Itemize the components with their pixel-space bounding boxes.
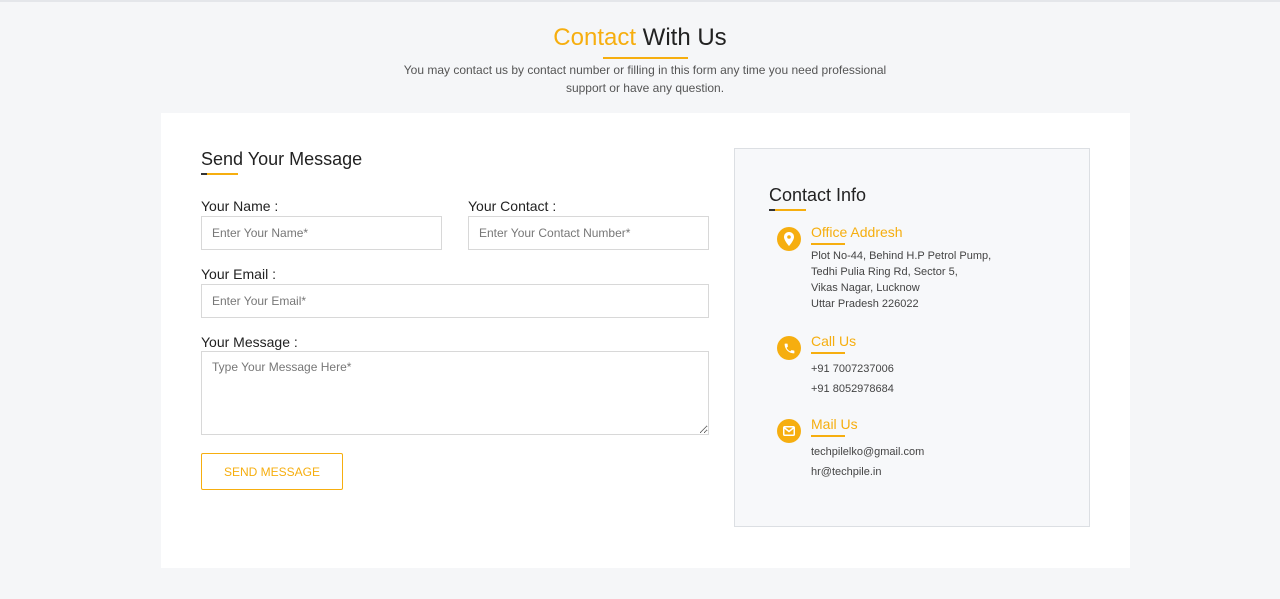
contact-input[interactable]	[468, 216, 709, 250]
email-address[interactable]: hr@techpile.in	[811, 462, 924, 482]
form-title-underline	[201, 173, 238, 175]
email-input[interactable]	[201, 284, 709, 318]
call-us-text: +91 7007237006 +91 8052978684	[811, 359, 894, 399]
office-address-heading: Office Addresh	[811, 224, 903, 240]
mail-us-heading: Mail Us	[811, 416, 858, 432]
location-pin-icon	[777, 227, 801, 251]
phone-number[interactable]: +91 8052978684	[811, 379, 894, 399]
mail-us-underline	[811, 435, 845, 437]
call-us-underline	[811, 352, 845, 354]
page-title: Contact With Us	[0, 24, 1280, 52]
name-label: Your Name :	[201, 198, 279, 214]
page-subtitle: You may contact us by contact number or …	[403, 63, 887, 95]
page-title-underline	[603, 57, 688, 59]
office-address-underline	[811, 243, 845, 245]
call-us-heading: Call Us	[811, 333, 857, 349]
envelope-icon	[777, 419, 801, 443]
page-title-rest: With Us	[636, 24, 727, 51]
top-divider	[0, 0, 1280, 2]
contact-info-underline	[769, 209, 806, 211]
contact-info-title: Contact Info	[769, 185, 867, 205]
contact-info-panel: Contact Info Office Addresh Plot No-44, …	[734, 148, 1090, 527]
email-address[interactable]: techpilelko@gmail.com	[811, 442, 924, 462]
contact-label: Your Contact :	[468, 198, 557, 214]
name-input[interactable]	[201, 216, 442, 250]
email-label: Your Email :	[201, 266, 276, 282]
phone-icon	[777, 336, 801, 360]
page-title-accent: Contact	[553, 24, 637, 51]
office-address-line: Uttar Pradesh 226022	[811, 298, 919, 310]
office-address-line: Plot No-44, Behind H.P Petrol Pump,	[811, 250, 992, 262]
mail-us-text: techpilelko@gmail.com hr@techpile.in	[811, 442, 924, 482]
office-address-line: Vikas Nagar, Lucknow	[811, 282, 920, 294]
contact-card: Send Your Message Your Name : Your Conta…	[161, 113, 1130, 568]
message-label: Your Message :	[201, 334, 298, 350]
send-message-button[interactable]: SEND MESSAGE	[201, 453, 343, 490]
office-address-text: Plot No-44, Behind H.P Petrol Pump, Tedh…	[811, 248, 991, 312]
message-textarea[interactable]	[201, 351, 709, 435]
office-address-line: Tedhi Pulia Ring Rd, Sector 5,	[811, 266, 958, 278]
form-title: Send Your Message	[201, 149, 363, 169]
phone-number[interactable]: +91 7007237006	[811, 359, 894, 379]
